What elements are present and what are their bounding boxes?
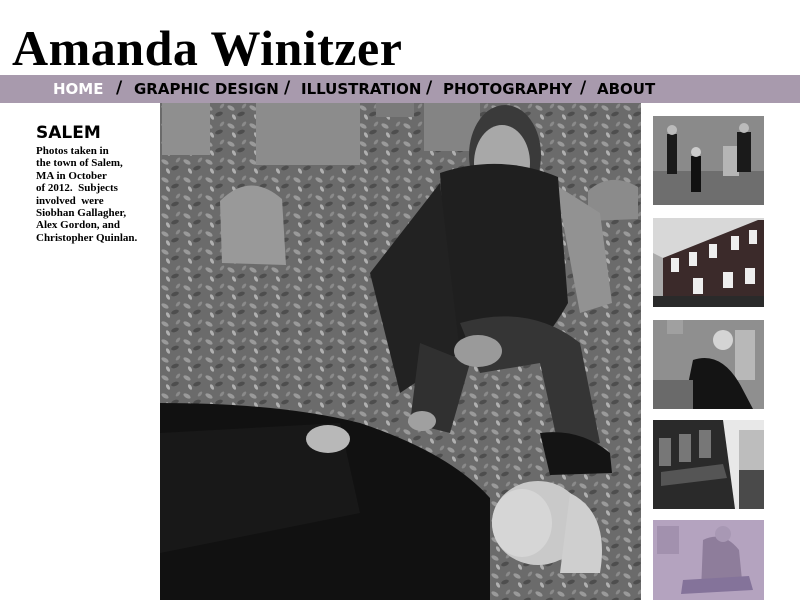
thumbnail-5[interactable]	[653, 520, 764, 600]
description-line: the town of Salem,	[36, 157, 123, 170]
thumbnail-3[interactable]	[653, 320, 764, 409]
thumbnail-2[interactable]	[653, 218, 764, 307]
nav-graphic-design[interactable]: GRAPHIC DESIGN	[134, 75, 279, 103]
site-title: Amanda Winitzer	[12, 20, 403, 76]
description-line: Alex Gordon, and	[36, 219, 121, 232]
description-line: Christopher Quinlan.	[36, 231, 138, 244]
gallery-description: Photos taken in the town of Salem, MA in…	[36, 145, 154, 244]
nav-photography[interactable]: PHOTOGRAPHY	[443, 75, 572, 103]
nav-separator: /	[426, 78, 433, 98]
description-line: Photos taken in	[36, 145, 109, 157]
nav-separator: /	[580, 78, 587, 98]
main-photo	[160, 103, 641, 600]
thumbnail-4[interactable]	[653, 420, 764, 509]
main-nav: HOME / GRAPHIC DESIGN / ILLUSTRATION / P…	[0, 75, 800, 103]
gallery-title: SALEM	[36, 123, 101, 143]
description-line: Siobhan Gallagher,	[36, 207, 127, 220]
nav-illustration[interactable]: ILLUSTRATION	[301, 75, 422, 103]
description-line: involved were	[36, 194, 104, 207]
nav-about[interactable]: ABOUT	[597, 75, 655, 103]
nav-separator: /	[284, 78, 291, 98]
nav-home[interactable]: HOME	[53, 75, 103, 103]
description-line: of 2012. Subjects	[36, 182, 118, 195]
nav-separator: /	[116, 78, 123, 98]
description-line: MA in October	[36, 169, 107, 182]
thumbnail-1[interactable]	[653, 116, 764, 205]
